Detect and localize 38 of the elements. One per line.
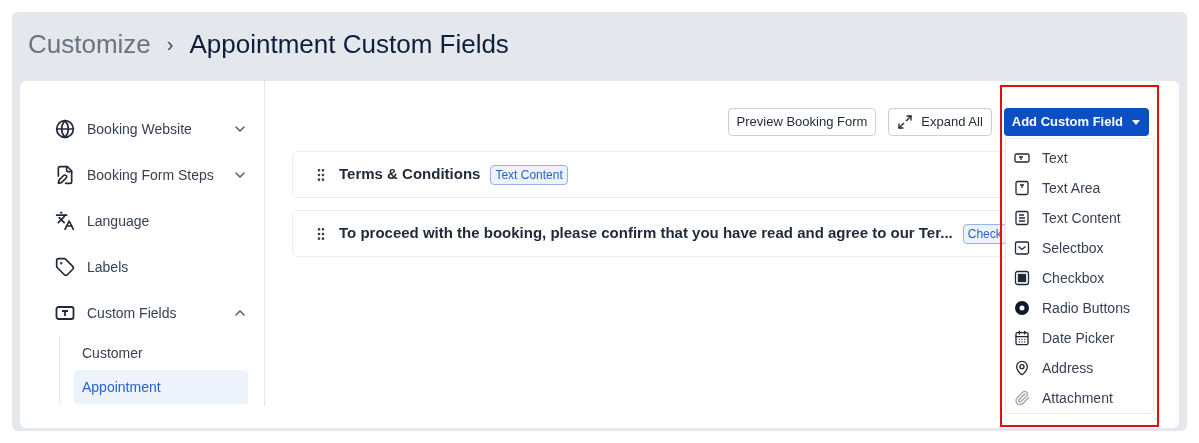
sidebar-item[interactable]: Booking Website (55, 106, 248, 152)
add-custom-field-button[interactable]: Add Custom Field (1003, 108, 1149, 136)
globe-icon (55, 119, 75, 139)
page-title: Appointment Custom Fields (189, 27, 509, 61)
text-input-icon (1014, 150, 1030, 166)
field-title: To proceed with the booking, please confirm that you have read and agree to our Ter... (339, 223, 953, 244)
checkbox-icon (1014, 270, 1030, 286)
tag-icon (55, 257, 75, 277)
caret-icon (1131, 117, 1141, 127)
translate-icon (55, 211, 75, 231)
text-area-icon (1014, 180, 1030, 196)
sidebar-subitem[interactable]: Customer (74, 336, 248, 370)
expand-all-button[interactable]: Expand All (888, 108, 992, 136)
menu-item[interactable]: Address (1006, 353, 1153, 383)
form-edit-icon (55, 165, 75, 185)
map-pin-icon (1014, 360, 1030, 376)
field-type-badge: Text Content (490, 164, 568, 185)
sidebar-item[interactable]: Booking Form Steps (55, 152, 248, 198)
menu-item[interactable]: Date Picker (1006, 323, 1153, 353)
menu-item[interactable]: Attachment (1006, 383, 1153, 413)
field-title: Terms & Conditions (339, 164, 481, 185)
menu-item[interactable]: Radio Buttons (1006, 293, 1153, 323)
sidebar-item[interactable]: Language (55, 198, 248, 244)
sidebar-subitem[interactable]: Appointment (74, 370, 248, 404)
paperclip-icon (1014, 390, 1030, 406)
sidebar-item[interactable]: Custom Fields (55, 290, 248, 336)
breadcrumb-parent[interactable]: Customize (28, 24, 151, 64)
sidebar-item[interactable]: Labels (55, 244, 248, 290)
breadcrumb-separator: › (166, 32, 174, 57)
text-content-icon (1014, 210, 1030, 226)
field-type-badge: Check (962, 223, 1007, 244)
select-box-icon (1014, 240, 1030, 256)
radio-icon (1014, 300, 1030, 316)
preview-button[interactable]: Preview Booking Form (727, 108, 877, 136)
text-field-icon (55, 303, 75, 323)
menu-item[interactable]: Checkbox (1006, 263, 1153, 293)
expand-icon (897, 114, 914, 130)
calendar-icon (1014, 330, 1030, 346)
